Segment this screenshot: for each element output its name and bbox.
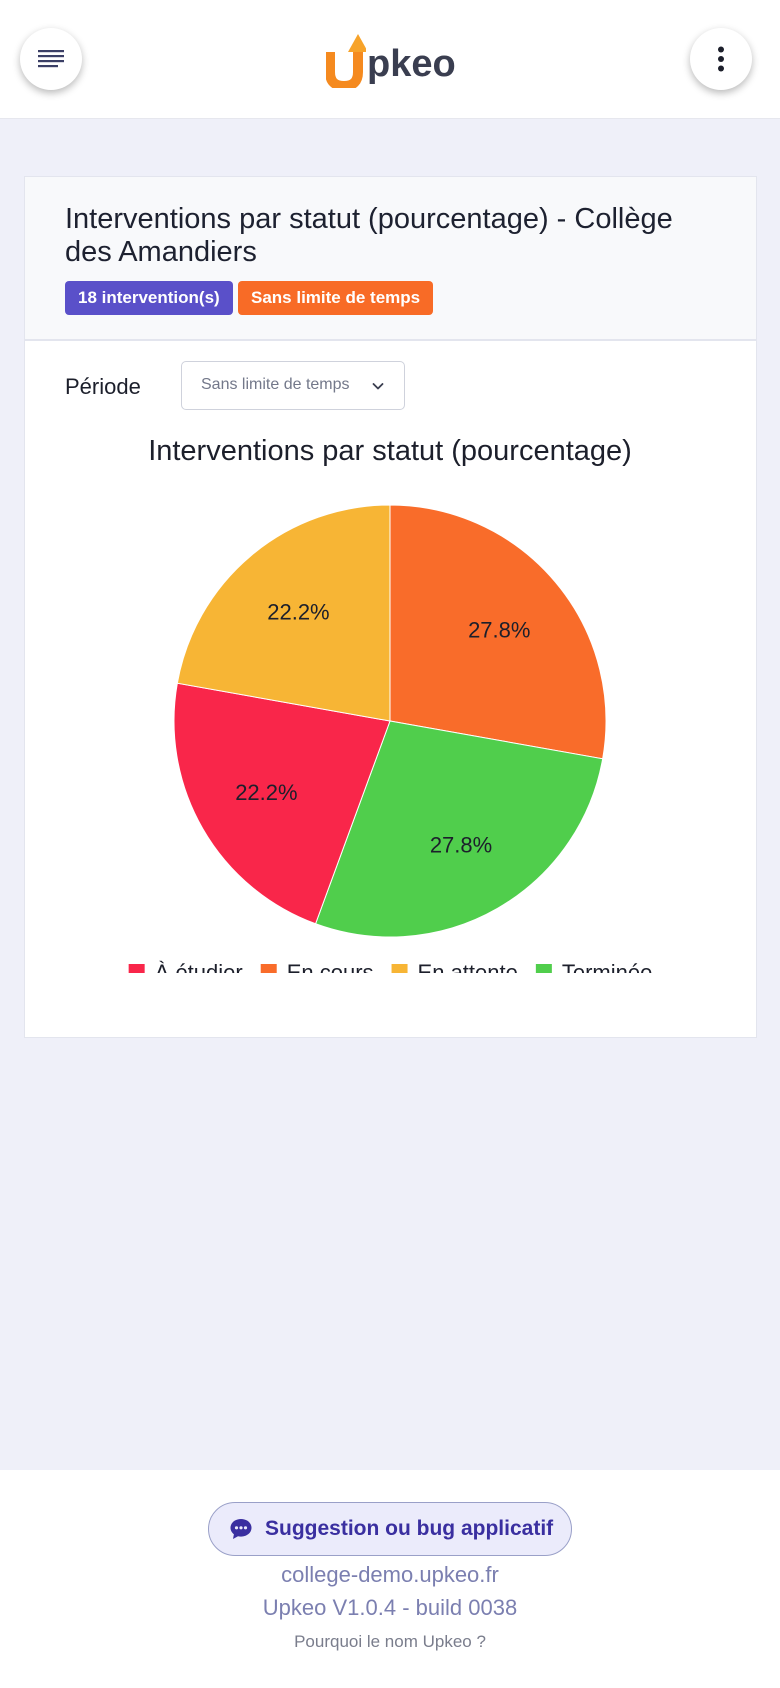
logo-text: pkeo [367, 43, 456, 85]
period-select[interactable]: Sans limite de temps [181, 361, 405, 410]
legend-label[interactable]: À étudier [155, 960, 243, 973]
logo-u-arrow-icon [326, 34, 366, 88]
legend-swatch[interactable] [391, 964, 408, 973]
vertical-dots-icon [718, 46, 724, 72]
top-bar: pkeo [0, 0, 780, 119]
period-label: Période [65, 374, 141, 399]
footer-version: Upkeo V1.0.4 - build 0038 [262, 1595, 518, 1620]
footer: Suggestion ou bug applicatif college-dem… [0, 1470, 780, 1688]
legend-swatch[interactable] [128, 964, 145, 973]
chart-card: Interventions par statut (pourcentage) -… [24, 176, 757, 1038]
pie-slices [173, 504, 607, 938]
pie-chart: Interventions par statut (pourcentage) 2… [128, 435, 652, 973]
pie-slice-label: 27.8% [430, 833, 492, 858]
chat-bubble-icon [230, 1519, 252, 1539]
pie-slice-label: 22.2% [267, 600, 329, 625]
legend-swatch[interactable] [535, 964, 552, 973]
legend-swatch[interactable] [260, 964, 277, 973]
legend-label[interactable]: En cours [287, 960, 374, 973]
period-select-value: Sans limite de temps [201, 376, 350, 393]
app-logo[interactable]: pkeo [326, 26, 456, 88]
menu-button[interactable] [20, 28, 82, 90]
pie-slice-label: 27.8% [468, 617, 530, 642]
chart-title: Interventions par statut (pourcentage) [148, 435, 632, 467]
hamburger-menu-icon [38, 50, 64, 68]
period-badge: Sans limite de temps [238, 281, 434, 315]
why-name-link[interactable]: Pourquoi le nom Upkeo ? [0, 1632, 780, 1652]
chevron-down-icon [372, 383, 384, 390]
card-title: Interventions par statut (pourcentage) -… [65, 203, 673, 268]
feedback-button[interactable]: Suggestion ou bug applicatif [208, 1502, 572, 1556]
card-header: Interventions par statut (pourcentage) -… [25, 177, 756, 341]
pie-slice-label: 22.2% [235, 780, 297, 805]
feedback-label: Suggestion ou bug applicatif [265, 1517, 554, 1540]
chart-legend: À étudier En cours En attente Terminée [128, 960, 652, 973]
intervention-count-badge: 18 intervention(s) [65, 281, 233, 315]
legend-label[interactable]: En attente [418, 960, 518, 973]
more-options-button[interactable] [690, 28, 752, 90]
footer-domain: college-demo.upkeo.fr [281, 1562, 499, 1587]
legend-label[interactable]: Terminée [562, 960, 652, 973]
